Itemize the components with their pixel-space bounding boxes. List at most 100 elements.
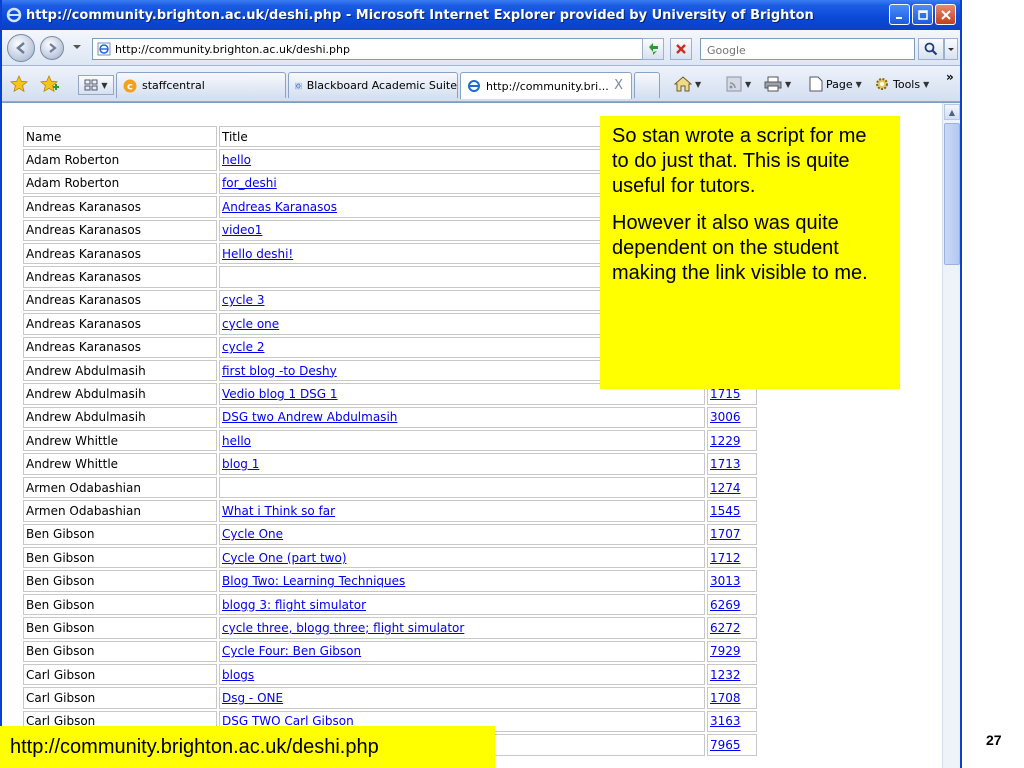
cell-name: Andreas Karanasos [23,219,217,241]
post-id-link[interactable]: 3006 [710,410,741,424]
cell-title [219,476,705,499]
tab-label: Blackboard Academic Suite [306,79,457,92]
cell-name: Andreas Karanasos [23,289,217,312]
address-field[interactable]: http://community.brighton.ac.uk/deshi.ph… [92,38,662,60]
favorites-star-icon[interactable] [10,75,28,93]
blog-title-link[interactable]: video1 [222,223,262,237]
print-button[interactable]: ▼ [764,76,791,92]
stop-icon [676,44,686,54]
tab-staffcentral[interactable]: c staffcentral [116,72,286,98]
blog-title-link[interactable]: Blog Two: Learning Techniques [222,574,405,588]
table-row: Ben Gibson Cycle Four: Ben Gibson 7929 [23,640,757,662]
blog-title-link[interactable]: blogg 3: flight simulator [222,598,366,612]
search-field[interactable] [700,38,915,61]
scroll-up-button[interactable]: ▲ [944,104,960,120]
home-button[interactable]: ▼ [674,76,701,92]
post-id-link[interactable]: 1713 [710,457,741,471]
post-id-link[interactable]: 6269 [710,598,741,612]
search-input[interactable] [701,40,914,61]
table-row: Armen Odabashian 1274 [23,476,757,499]
blog-title-link[interactable]: hello [222,153,251,167]
stop-button[interactable] [670,38,692,60]
blog-title-link[interactable]: Dsg - ONE [222,691,283,705]
cell-title: Cycle Four: Ben Gibson [219,640,705,662]
feeds-button[interactable]: ▼ [726,76,751,92]
back-arrow-icon [16,42,25,54]
page-menu[interactable]: Page ▼ [809,76,862,92]
blog-title-link[interactable]: DSG two Andrew Abdulmasih [222,410,397,424]
blog-title-link[interactable]: Cycle One (part two) [222,551,347,565]
refresh-button[interactable] [642,38,664,60]
scroll-thumb[interactable] [944,123,960,265]
cell-name: Andreas Karanasos [23,313,217,335]
ie-logo-icon [6,7,22,23]
home-icon [674,76,692,92]
back-button[interactable] [7,34,35,62]
blog-title-link[interactable]: Hello deshi! [222,247,293,261]
forward-button[interactable] [40,36,64,60]
chevron-down-icon: ▼ [745,79,752,89]
minimize-button[interactable] [889,4,910,25]
maximize-button[interactable] [912,4,933,25]
blog-title-link[interactable]: blogs [222,668,254,682]
vertical-scrollbar[interactable]: ▲ [942,103,960,768]
tools-menu-label: Tools [893,77,921,91]
note-paragraph-1: So stan wrote a script for me to do just… [612,125,867,197]
table-row: Ben Gibson cycle three, blogg three; flig… [23,617,757,639]
close-button[interactable] [935,4,956,25]
more-commands-icon[interactable]: » [946,70,954,84]
cell-title: DSG two Andrew Abdulmasih [219,406,705,429]
post-id-link[interactable]: 1707 [710,527,741,541]
blog-title-link[interactable]: Andreas Karanasos [222,200,337,214]
search-button[interactable] [918,38,944,60]
blog-title-link[interactable]: What i Think so far [222,504,335,518]
blog-title-link[interactable]: cycle three, blogg three; flight simulat… [222,621,464,635]
post-id-link[interactable]: 6272 [710,621,741,635]
tools-menu[interactable]: Tools ▼ [874,76,929,92]
post-id-link[interactable]: 1229 [710,434,741,448]
tab-community[interactable]: http://community.bri... X [460,72,632,99]
close-icon [940,9,951,20]
post-id-link[interactable]: 3163 [710,714,741,728]
blog-title-link[interactable]: Cycle One [222,527,283,541]
new-tab-button[interactable] [634,72,660,98]
blog-title-link[interactable]: Cycle Four: Ben Gibson [222,644,361,658]
blog-title-link[interactable]: Vedio blog 1 DSG 1 [222,387,338,401]
table-row: Ben Gibson blogg 3: flight simulator 6269 [23,593,757,616]
post-id-link[interactable]: 3013 [710,574,741,588]
forward-arrow-icon [49,43,57,53]
cell-name: Ben Gibson [23,640,217,662]
add-favorite-icon[interactable] [40,75,60,93]
post-id-link[interactable]: 1708 [710,691,741,705]
post-id-link[interactable]: 7929 [710,644,741,658]
search-options-button[interactable] [944,38,958,60]
cell-id: 3163 [707,710,757,733]
cell-id: 7929 [707,640,757,662]
cell-id: 6269 [707,593,757,616]
blog-title-link[interactable]: cycle one [222,317,279,331]
post-id-link[interactable]: 1712 [710,551,741,565]
cell-title: Blog Two: Learning Techniques [219,570,705,592]
quick-tabs-button[interactable]: ▼ [78,75,114,95]
address-bar-row: http://community.brighton.ac.uk/deshi.ph… [2,30,960,66]
page-menu-label: Page [826,77,853,91]
post-id-link[interactable]: 7965 [710,738,741,752]
cell-id: 3013 [707,570,757,592]
cell-title: cycle three, blogg three; flight simulat… [219,617,705,639]
cell-title: hello [219,430,705,452]
blog-title-link[interactable]: hello [222,434,251,448]
post-id-link[interactable]: 1545 [710,504,741,518]
blog-title-link[interactable]: first blog -to Deshy [222,364,337,378]
blog-title-link[interactable]: blog 1 [222,457,259,471]
post-id-link[interactable]: 1715 [710,387,741,401]
tab-blackboard[interactable]: Blackboard Academic Suite [288,72,458,98]
blog-title-link[interactable]: for_deshi [222,176,277,190]
window-title: http://community.brighton.ac.uk/deshi.ph… [26,7,814,23]
blog-title-link[interactable]: cycle 2 [222,340,264,354]
post-id-link[interactable]: 1232 [710,668,741,682]
blog-title-link[interactable]: cycle 3 [222,293,264,307]
post-id-link[interactable]: 1274 [710,481,741,495]
page-ie-icon [97,42,111,56]
close-tab-icon[interactable]: X [614,78,623,93]
recent-pages-dropdown-icon[interactable] [72,42,82,52]
